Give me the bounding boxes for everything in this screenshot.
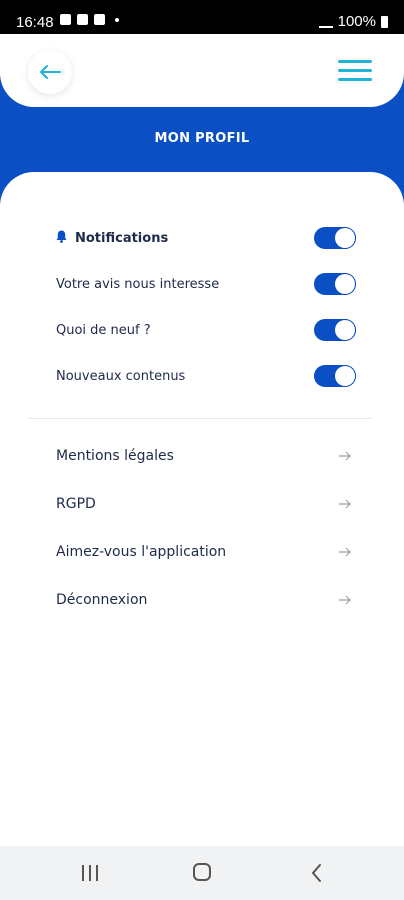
link-label: Aimez-vous l'application — [56, 544, 227, 560]
wifi-signal-icon — [318, 15, 333, 28]
notifications-row: Notifications — [56, 225, 356, 251]
image-icon — [77, 14, 88, 25]
hamburger-menu-icon[interactable] — [338, 58, 372, 84]
system-back-button[interactable] — [310, 863, 324, 883]
notification-icon — [60, 14, 71, 25]
status-system-icons: 100% — [318, 13, 388, 30]
status-notification-icons — [60, 14, 119, 25]
linkedin-icon — [94, 14, 105, 25]
divider — [28, 418, 372, 419]
link-label: Mentions légales — [56, 448, 174, 464]
back-arrow-icon — [40, 65, 61, 79]
avis-row: Votre avis nous interesse — [56, 271, 356, 297]
link-mentions-legales[interactable]: Mentions légales — [56, 443, 352, 469]
back-button[interactable] — [28, 50, 72, 94]
chevron-right-arrow-icon — [339, 499, 351, 509]
nouveaux-contenus-toggle[interactable] — [314, 365, 356, 387]
notifications-label: Notifications — [75, 231, 169, 246]
home-button[interactable] — [193, 863, 211, 881]
avis-label: Votre avis nous interesse — [56, 276, 220, 292]
link-aimez-vous[interactable]: Aimez-vous l'application — [56, 539, 352, 565]
bell-icon — [56, 230, 67, 243]
more-dot-icon — [115, 17, 119, 22]
quoi-de-neuf-label: Quoi de neuf ? — [56, 322, 151, 338]
notifications-toggle[interactable] — [314, 227, 356, 249]
quoi-de-neuf-row: Quoi de neuf ? — [56, 317, 356, 343]
chevron-right-arrow-icon — [339, 595, 351, 605]
battery-level: 100% — [337, 13, 376, 30]
avis-toggle[interactable] — [314, 273, 356, 295]
nouveaux-contenus-label: Nouveaux contenus — [56, 368, 186, 384]
link-rgpd[interactable]: RGPD — [56, 491, 352, 517]
nouveaux-contenus-row: Nouveaux contenus — [56, 363, 356, 389]
page-title: MON PROFIL — [154, 131, 250, 146]
battery-icon — [381, 15, 388, 28]
link-label: Déconnexion — [56, 592, 148, 608]
system-navigation-bar — [0, 846, 404, 900]
quoi-de-neuf-toggle[interactable] — [314, 319, 356, 341]
link-deconnexion[interactable]: Déconnexion — [56, 587, 352, 613]
status-time: 16:48 — [16, 14, 54, 31]
recent-apps-button[interactable] — [82, 865, 99, 881]
chevron-right-arrow-icon — [339, 451, 351, 461]
status-bar: 16:48 100% — [0, 0, 404, 34]
chevron-right-arrow-icon — [339, 547, 351, 557]
link-label: RGPD — [56, 496, 96, 512]
notifications-heading: Notifications — [56, 230, 168, 246]
